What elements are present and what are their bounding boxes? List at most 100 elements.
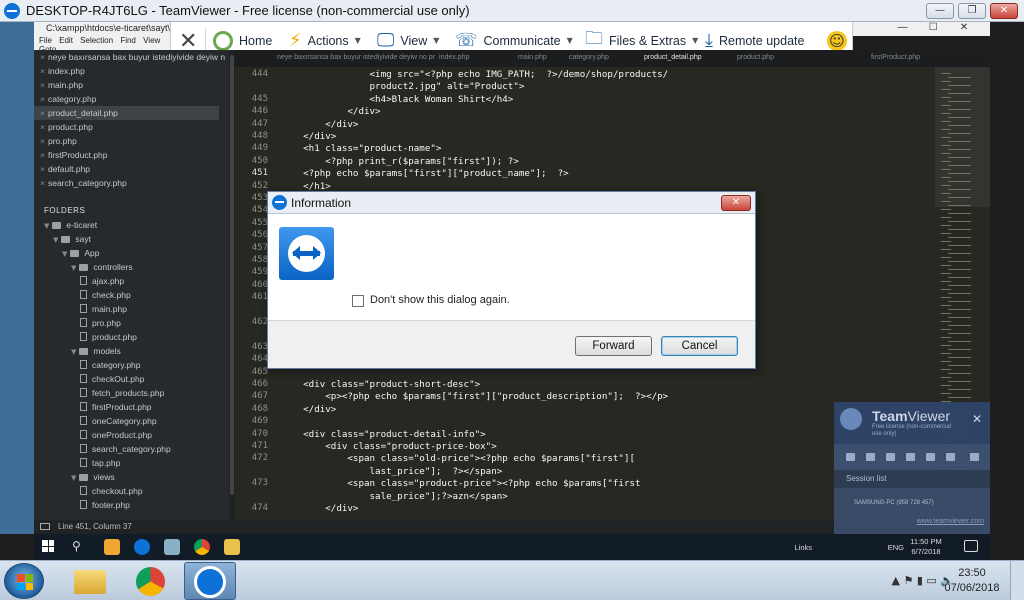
close-icon[interactable]: × bbox=[40, 136, 45, 146]
tree-file[interactable]: oneCategory.php bbox=[80, 414, 157, 428]
taskbar-explorer[interactable] bbox=[64, 562, 116, 600]
open-file-item[interactable]: × neye baxırsansa bax buyur istediyivide … bbox=[40, 50, 225, 64]
folder-icon[interactable] bbox=[224, 539, 240, 555]
tree-file[interactable]: checkout.php bbox=[80, 484, 143, 498]
editor-tab[interactable]: neye baxırsansa bax buyur istediyivide d… bbox=[277, 54, 435, 61]
tree-file[interactable]: category.php bbox=[80, 358, 141, 372]
remote-clock[interactable]: 11:50 PM 6/7/2018 bbox=[906, 537, 946, 557]
close-icon[interactable]: × bbox=[40, 108, 45, 118]
tree-file[interactable]: main.php bbox=[80, 302, 127, 316]
tree-folder[interactable]: ▼ models bbox=[71, 344, 121, 358]
tree-file[interactable]: product.php bbox=[80, 330, 137, 344]
language-indicator[interactable]: ENG bbox=[888, 543, 904, 552]
files-icon[interactable] bbox=[946, 453, 955, 461]
editor-tab[interactable]: main.php bbox=[518, 54, 547, 61]
close-icon[interactable]: × bbox=[40, 80, 45, 90]
dont-show-again-checkbox[interactable] bbox=[352, 295, 364, 307]
expand-arrow-icon[interactable]: ▼ bbox=[71, 348, 76, 356]
chat-icon[interactable] bbox=[906, 453, 915, 461]
editor-maximize-button[interactable]: ☐ bbox=[919, 22, 947, 33]
expand-arrow-icon[interactable]: ▼ bbox=[71, 264, 76, 272]
close-window-button[interactable]: ✕ bbox=[990, 3, 1018, 19]
show-desktop-button[interactable] bbox=[1010, 561, 1024, 600]
session-panel-close-icon[interactable]: ✕ bbox=[972, 412, 982, 426]
close-icon[interactable]: × bbox=[40, 150, 45, 160]
editor-tab[interactable]: firstProduct.php bbox=[871, 54, 920, 61]
cancel-button[interactable]: Cancel bbox=[661, 336, 738, 356]
menu-view[interactable]: View bbox=[143, 36, 160, 45]
open-file-item[interactable]: × default.php bbox=[40, 162, 225, 176]
editor-tab[interactable]: product.php bbox=[737, 54, 774, 61]
open-file-item[interactable]: × product_detail.php bbox=[34, 106, 219, 120]
session-list-header[interactable]: Session list bbox=[834, 470, 990, 488]
sublime-text-icon[interactable] bbox=[104, 539, 120, 555]
taskbar-chrome[interactable] bbox=[124, 562, 176, 600]
open-file-item[interactable]: × pro.php bbox=[40, 134, 225, 148]
minimize-button[interactable]: — bbox=[926, 3, 954, 19]
editor-tab[interactable]: index.php bbox=[439, 54, 469, 61]
menu-edit[interactable]: Edit bbox=[59, 36, 73, 45]
forward-button[interactable]: Forward bbox=[575, 336, 652, 356]
open-file-item[interactable]: × index.php bbox=[40, 64, 225, 78]
tree-file[interactable]: check.php bbox=[80, 288, 131, 302]
tree-folder[interactable]: ▼ sayt bbox=[53, 232, 91, 246]
dialog-close-button[interactable]: ✕ bbox=[721, 195, 751, 211]
open-file-item[interactable]: × search_category.php bbox=[40, 176, 225, 190]
editor-tab[interactable]: category.php bbox=[569, 54, 609, 61]
tree-folder[interactable]: ▼ App bbox=[62, 246, 100, 260]
tree-file[interactable]: fetch_products.php bbox=[80, 386, 164, 400]
expand-arrow-icon[interactable]: ▼ bbox=[71, 474, 76, 482]
panel-toggle-icon[interactable] bbox=[40, 523, 50, 530]
phone-icon[interactable] bbox=[886, 453, 895, 461]
open-file-item[interactable]: × product.php bbox=[40, 120, 225, 134]
video-icon[interactable] bbox=[846, 453, 855, 461]
menu-file[interactable]: File bbox=[39, 36, 52, 45]
search-icon[interactable]: ⚲ bbox=[72, 539, 88, 555]
tree-file[interactable]: pro.php bbox=[80, 316, 121, 330]
expand-arrow-icon[interactable]: ▼ bbox=[62, 250, 67, 258]
tree-file[interactable]: firstProduct.php bbox=[80, 400, 152, 414]
teamviewer-link[interactable]: www.teamviewer.com bbox=[834, 518, 984, 525]
open-file-item[interactable]: × category.php bbox=[40, 92, 225, 106]
close-icon[interactable]: × bbox=[40, 52, 45, 62]
teamviewer-icon[interactable] bbox=[134, 539, 150, 555]
tree-file[interactable]: tap.php bbox=[80, 456, 120, 470]
close-icon[interactable]: × bbox=[40, 66, 45, 76]
expand-arrow-icon[interactable]: ▼ bbox=[53, 236, 58, 244]
chrome-icon[interactable] bbox=[194, 539, 210, 555]
close-icon[interactable]: × bbox=[40, 178, 45, 188]
open-file-item[interactable]: × firstProduct.php bbox=[40, 148, 225, 162]
close-icon[interactable]: × bbox=[40, 94, 45, 104]
tree-folder[interactable]: ▼ controllers bbox=[71, 260, 133, 274]
remote-start-icon[interactable] bbox=[42, 540, 54, 552]
tree-file[interactable]: oneProduct.php bbox=[80, 428, 152, 442]
editor-tab[interactable]: product_detail.php bbox=[644, 54, 702, 61]
editor-minimize-button[interactable]: — bbox=[888, 22, 916, 33]
tree-folder[interactable]: ▼ e-ticaret bbox=[44, 218, 97, 232]
start-button[interactable] bbox=[4, 563, 44, 599]
maximize-button[interactable]: ❐ bbox=[958, 3, 986, 19]
tree-file[interactable]: checkOut.php bbox=[80, 372, 144, 386]
whiteboard-icon[interactable] bbox=[926, 453, 935, 461]
audio-icon[interactable] bbox=[866, 453, 875, 461]
links-toolbar[interactable]: Links bbox=[794, 543, 812, 552]
tree-folder[interactable]: ▼ views bbox=[71, 470, 115, 484]
clock[interactable]: 23:50 07/06/2018 bbox=[942, 566, 1002, 596]
app-icon[interactable] bbox=[164, 539, 180, 555]
editor-close-button[interactable]: ✕ bbox=[950, 22, 978, 33]
tree-file[interactable]: ajax.php bbox=[80, 274, 124, 288]
close-icon[interactable]: × bbox=[40, 164, 45, 174]
tree-file[interactable]: search_category.php bbox=[80, 442, 171, 456]
dont-show-again-label[interactable]: Don't show this dialog again. bbox=[370, 294, 510, 306]
session-item[interactable]: SAMSUNG-PC (958 728 457) bbox=[834, 494, 990, 512]
menu-find[interactable]: Find bbox=[120, 36, 136, 45]
sidebar-scrollbar-thumb[interactable] bbox=[230, 55, 234, 495]
menu-selection[interactable]: Selection bbox=[80, 36, 113, 45]
expand-arrow-icon[interactable]: ▼ bbox=[44, 222, 49, 230]
notification-icon[interactable] bbox=[964, 540, 978, 552]
close-icon[interactable]: × bbox=[40, 122, 45, 132]
taskbar-teamviewer[interactable] bbox=[184, 562, 236, 600]
tree-file[interactable]: footer.php bbox=[80, 498, 130, 512]
collapse-icon[interactable] bbox=[970, 453, 979, 461]
open-file-item[interactable]: × main.php bbox=[40, 78, 225, 92]
